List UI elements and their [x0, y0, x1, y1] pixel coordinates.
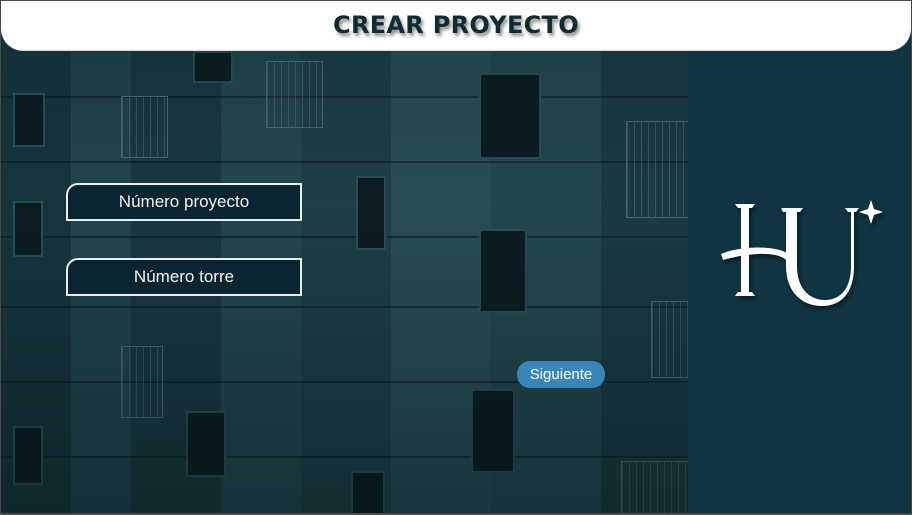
- hu-logo-icon: [721, 200, 883, 306]
- building-background-image: [1, 1, 688, 513]
- header-bar: CREAR PROYECTO: [1, 1, 911, 50]
- project-number-placeholder: Número proyecto: [118, 192, 250, 211]
- tower-number-placeholder: Número torre: [133, 267, 235, 286]
- page-title: CREAR PROYECTO: [333, 11, 579, 39]
- project-number-field[interactable]: Número proyecto: [66, 183, 302, 221]
- app-frame: CREAR PROYECTO Número proyecto Número to…: [1, 1, 911, 513]
- tower-number-field[interactable]: Número torre: [66, 258, 302, 296]
- next-button[interactable]: Siguiente: [517, 361, 605, 388]
